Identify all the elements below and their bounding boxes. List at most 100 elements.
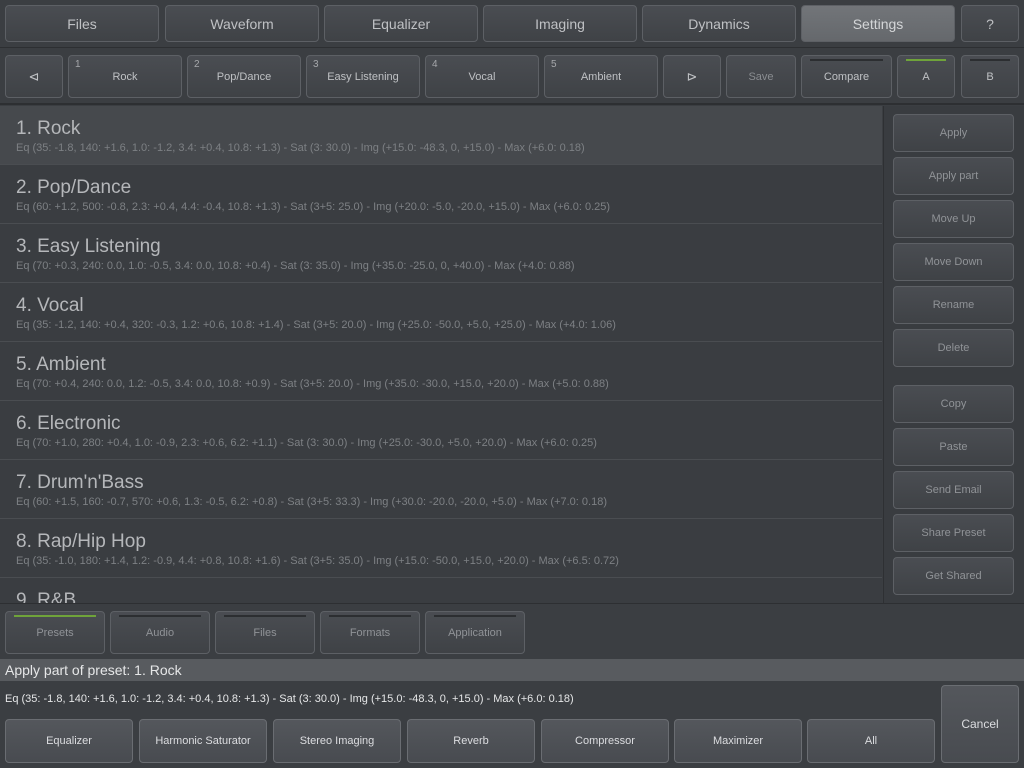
preset-title: 2. Pop/Dance [16, 177, 132, 198]
divider [0, 603, 1024, 604]
preset-title: 4. Vocal [16, 295, 84, 316]
b-button[interactable]: B [961, 55, 1019, 98]
save-label: Save [748, 70, 774, 83]
preset-title: 8. Rap/Hip Hop [16, 531, 146, 552]
presets-active-indicator [14, 615, 96, 617]
tab-files-settings[interactable]: Files [215, 611, 315, 654]
tab-indicator [119, 615, 201, 617]
rename-button[interactable]: Rename [893, 286, 1014, 324]
preset-title: 9. R&B [16, 590, 77, 603]
slot-label: Rock [112, 70, 138, 83]
share-preset-button[interactable]: Share Preset [893, 514, 1014, 552]
tab-application[interactable]: Application [425, 611, 525, 654]
slot-label: Vocal [468, 70, 496, 83]
preset-description: Eq (70: +0.4, 240: 0.0, 1.2: -0.5, 3.4: … [16, 378, 609, 390]
preset-row[interactable]: 2. Pop/Dance Eq (60: +1.2, 500: -0.8, 2.… [0, 165, 882, 224]
preset-slot-4[interactable]: 4 Vocal [425, 55, 539, 98]
preset-slot-1[interactable]: 1 Rock [68, 55, 182, 98]
tab-label: Audio [145, 626, 175, 639]
divider [0, 47, 1024, 48]
preset-row[interactable]: 6. Electronic Eq (70: +1.0, 280: +0.4, 1… [0, 401, 882, 460]
tab-formats[interactable]: Formats [320, 611, 420, 654]
slot-number: 4 [432, 59, 438, 70]
apply-part-heading: Apply part of preset: 1. Rock [0, 659, 1024, 681]
tab-indicator [434, 615, 516, 617]
move-down-button[interactable]: Move Down [893, 243, 1014, 281]
tab-settings[interactable]: Settings [801, 5, 955, 42]
help-button[interactable]: ? [961, 5, 1019, 42]
get-shared-button[interactable]: Get Shared [893, 557, 1014, 595]
delete-button[interactable]: Delete [893, 329, 1014, 367]
apply-maximizer-button[interactable]: Maximizer [674, 719, 802, 763]
preset-title: 1. Rock [16, 118, 81, 139]
tab-label: Files [253, 626, 277, 639]
preset-slot-3[interactable]: 3 Easy Listening [306, 55, 420, 98]
move-up-button[interactable]: Move Up [893, 200, 1014, 238]
apply-reverb-button[interactable]: Reverb [407, 719, 535, 763]
slot-number: 1 [75, 59, 81, 70]
preset-row[interactable]: 8. Rap/Hip Hop Eq (35: -1.0, 180: +1.4, … [0, 519, 882, 578]
tab-waveform[interactable]: Waveform [165, 5, 319, 42]
triangle-left-icon: ⊲ [28, 68, 40, 84]
preset-row[interactable]: 1. Rock Eq (35: -1.8, 140: +1.6, 1.0: -1… [0, 106, 882, 165]
apply-stereo-imaging-button[interactable]: Stereo Imaging [273, 719, 401, 763]
apply-button[interactable]: Apply [893, 114, 1014, 152]
tab-indicator [224, 615, 306, 617]
preset-slot-2[interactable]: 2 Pop/Dance [187, 55, 301, 98]
preset-row[interactable]: 7. Drum'n'Bass Eq (60: +1.5, 160: -0.7, … [0, 460, 882, 519]
a-active-indicator [906, 59, 946, 61]
apply-part-button[interactable]: Apply part [893, 157, 1014, 195]
b-indicator [970, 59, 1010, 61]
next-preset-button[interactable]: ⊳ [663, 55, 721, 98]
send-email-button[interactable]: Send Email [893, 471, 1014, 509]
preset-row[interactable]: 3. Easy Listening Eq (70: +0.3, 240: 0.0… [0, 224, 882, 283]
tab-equalizer[interactable]: Equalizer [324, 5, 478, 42]
slot-label: Ambient [580, 70, 622, 83]
preset-row[interactable]: 5. Ambient Eq (70: +0.4, 240: 0.0, 1.2: … [0, 342, 882, 401]
preset-row[interactable]: 4. Vocal Eq (35: -1.2, 140: +0.4, 320: -… [0, 283, 882, 342]
preset-description: Eq (35: -1.0, 180: +1.4, 1.2: -0.9, 4.4:… [16, 555, 619, 567]
slot-label: Easy Listening [327, 70, 399, 83]
preset-description: Eq (60: +1.5, 160: -0.7, 570: +0.6, 1.3:… [16, 496, 607, 508]
preset-row[interactable]: 9. R&B [0, 578, 882, 603]
preset-title: 7. Drum'n'Bass [16, 472, 144, 493]
preset-description: Eq (70: +1.0, 280: +0.4, 1.0: -0.9, 2.3:… [16, 437, 597, 449]
compare-indicator [810, 59, 883, 61]
apply-part-description: Eq (35: -1.8, 140: +1.6, 1.0: -1.2, 3.4:… [5, 693, 574, 705]
compare-label: Compare [823, 70, 870, 83]
tab-dynamics[interactable]: Dynamics [642, 5, 796, 42]
slot-number: 5 [551, 59, 557, 70]
prev-preset-button[interactable]: ⊲ [5, 55, 63, 98]
slot-number: 3 [313, 59, 319, 70]
tab-files[interactable]: Files [5, 5, 159, 42]
tab-label: Application [448, 626, 502, 639]
preset-description: Eq (35: -1.2, 140: +0.4, 320: -0.3, 1.2:… [16, 319, 616, 331]
tab-audio[interactable]: Audio [110, 611, 210, 654]
compare-button[interactable]: Compare [801, 55, 892, 98]
divider [0, 103, 1024, 105]
copy-button[interactable]: Copy [893, 385, 1014, 423]
preset-description: Eq (70: +0.3, 240: 0.0, 1.0: -0.5, 3.4: … [16, 260, 575, 272]
preset-description: Eq (60: +1.2, 500: -0.8, 2.3: +0.4, 4.4:… [16, 201, 611, 213]
b-label: B [986, 70, 994, 83]
apply-compressor-button[interactable]: Compressor [541, 719, 669, 763]
tab-imaging[interactable]: Imaging [483, 5, 637, 42]
apply-all-button[interactable]: All [807, 719, 935, 763]
apply-harmonic-saturator-button[interactable]: Harmonic Saturator [139, 719, 267, 763]
slot-label: Pop/Dance [216, 70, 272, 83]
preset-title: 3. Easy Listening [16, 236, 161, 257]
preset-title: 5. Ambient [16, 354, 106, 375]
a-button[interactable]: A [897, 55, 955, 98]
slot-number: 2 [194, 59, 200, 70]
paste-button[interactable]: Paste [893, 428, 1014, 466]
preset-description: Eq (35: -1.8, 140: +1.6, 1.0: -1.2, 3.4:… [16, 142, 585, 154]
preset-title: 6. Electronic [16, 413, 121, 434]
cancel-button[interactable]: Cancel [941, 685, 1019, 763]
save-button[interactable]: Save [726, 55, 796, 98]
apply-equalizer-button[interactable]: Equalizer [5, 719, 133, 763]
tab-presets[interactable]: Presets [5, 611, 105, 654]
tab-label: Formats [349, 626, 391, 639]
preset-list[interactable]: 1. Rock Eq (35: -1.8, 140: +1.6, 1.0: -1… [0, 106, 882, 603]
preset-slot-5[interactable]: 5 Ambient [544, 55, 658, 98]
a-label: A [922, 70, 930, 83]
